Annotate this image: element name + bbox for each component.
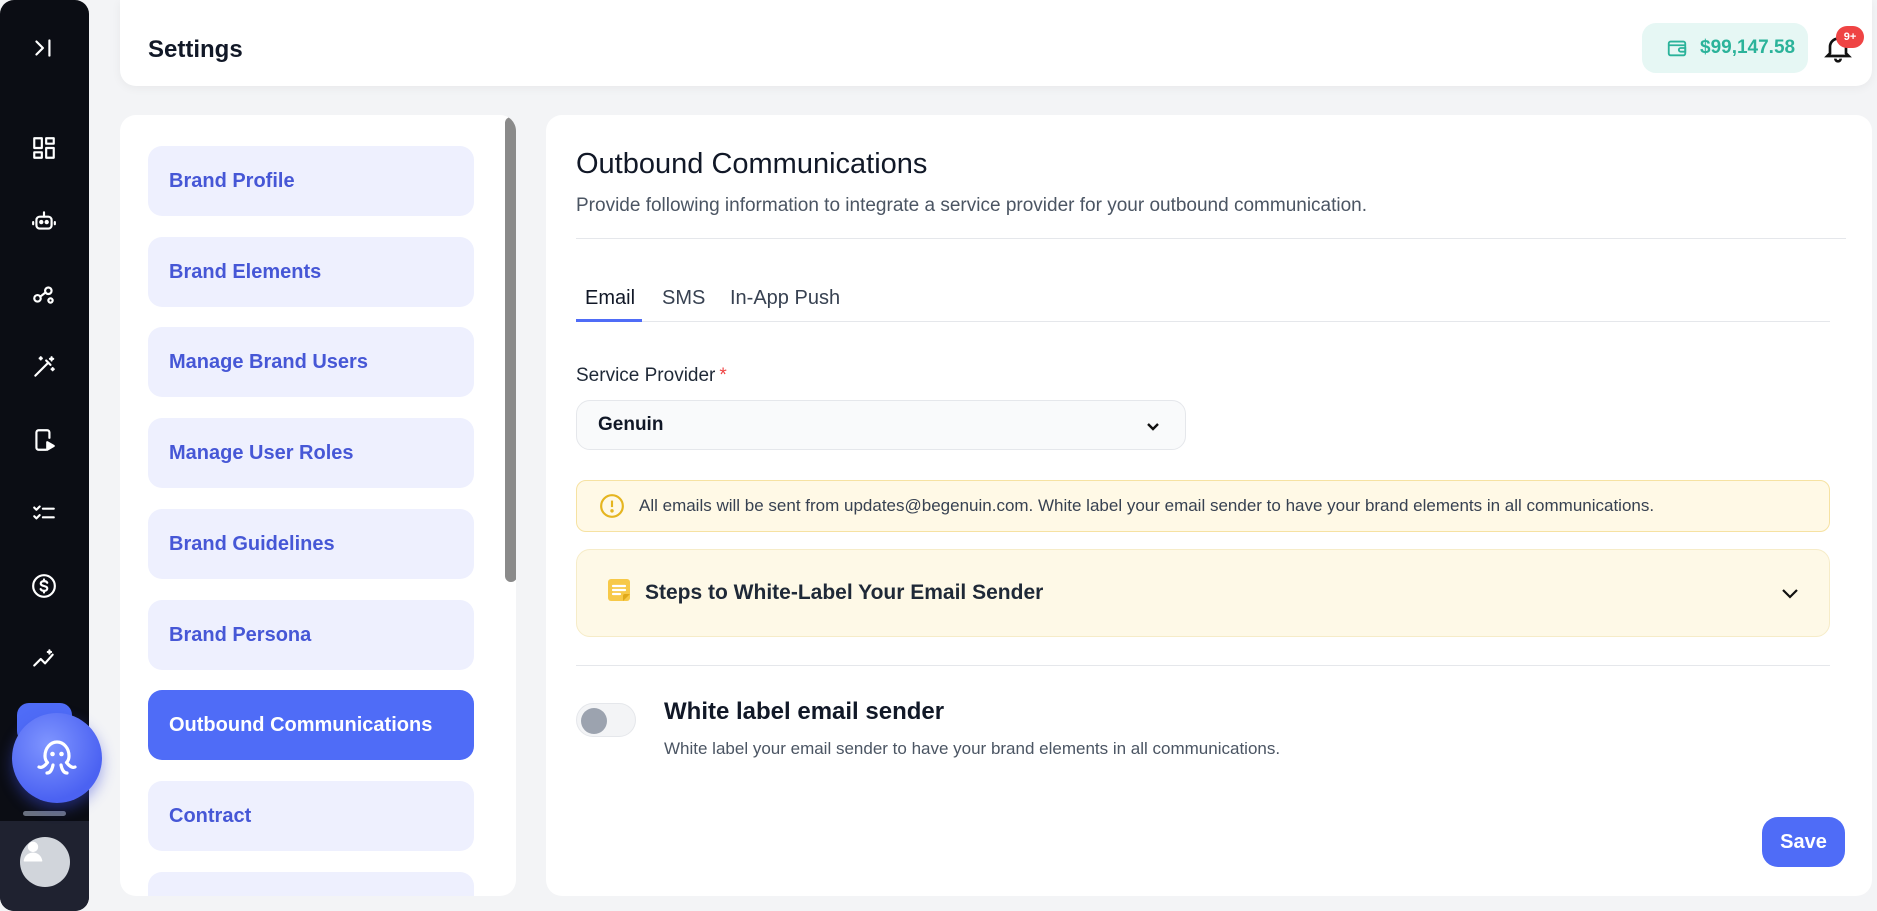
mobile-video-icon[interactable] <box>29 425 59 455</box>
nav-item-outbound-communications[interactable]: Outbound Communications <box>148 690 474 760</box>
info-icon <box>600 494 624 518</box>
required-mark: * <box>719 365 727 386</box>
nav-item-brand-profile[interactable]: Brand Profile <box>148 146 474 216</box>
nav-item-partial[interactable] <box>148 872 474 896</box>
expand-sidebar-icon[interactable] <box>29 33 59 63</box>
top-header: Settings $99,147.58 9+ <box>120 0 1872 86</box>
divider <box>576 238 1846 239</box>
service-provider-label-text: Service Provider <box>576 365 716 386</box>
octopus-icon <box>37 740 77 775</box>
section-subtitle: Provide following information to integra… <box>576 195 1368 216</box>
robot-icon[interactable] <box>29 206 59 236</box>
divider <box>576 665 1830 666</box>
nav-item-manage-brand-users[interactable]: Manage Brand Users <box>148 327 474 397</box>
avatar[interactable] <box>20 837 70 887</box>
workflow-icon[interactable] <box>29 279 59 309</box>
nav-item-brand-guidelines[interactable]: Brand Guidelines <box>148 509 474 579</box>
wallet-icon <box>1667 40 1687 57</box>
wallet-balance-button[interactable]: $99,147.58 <box>1642 23 1808 73</box>
chevron-down-icon[interactable] <box>1779 582 1801 610</box>
page-title: Settings <box>148 36 243 63</box>
checklist-icon[interactable] <box>29 498 59 528</box>
notification-badge: 9+ <box>1836 26 1864 48</box>
dollar-icon[interactable] <box>29 571 59 601</box>
rail-drag-handle[interactable] <box>23 811 66 816</box>
nav-scrollbar[interactable] <box>505 117 516 582</box>
nav-item-manage-user-roles[interactable]: Manage User Roles <box>148 418 474 488</box>
wallet-amount: $99,147.58 <box>1700 37 1796 58</box>
magic-wand-icon[interactable] <box>29 352 59 382</box>
analytics-icon[interactable] <box>29 644 59 674</box>
dashboard-icon[interactable] <box>29 133 59 163</box>
white-label-steps-accordion[interactable]: Steps to White-Label Your Email Sender <box>576 549 1830 637</box>
nav-item-brand-persona[interactable]: Brand Persona <box>148 600 474 670</box>
main-panel: Outbound Communications Provide followin… <box>546 115 1872 896</box>
chevron-down-icon <box>1147 423 1159 431</box>
white-label-toggle[interactable] <box>576 703 636 737</box>
white-label-title: White label email sender <box>664 698 945 725</box>
channel-tabs: Email SMS In-App Push <box>576 287 1830 322</box>
info-banner: All emails will be sent from updates@beg… <box>576 480 1830 532</box>
nav-item-contract[interactable]: Contract <box>148 781 474 851</box>
octopus-assistant-button[interactable] <box>12 713 102 803</box>
info-text: All emails will be sent from updates@beg… <box>639 496 1655 515</box>
service-provider-value: Genuin <box>598 414 664 435</box>
note-icon <box>605 576 633 610</box>
tab-in-app-push[interactable]: In-App Push <box>730 287 840 322</box>
white-label-description: White label your email sender to have yo… <box>664 739 1281 758</box>
save-button[interactable]: Save <box>1762 817 1845 867</box>
tab-sms[interactable]: SMS <box>662 287 705 322</box>
accordion-title: Steps to White-Label Your Email Sender <box>645 581 1044 604</box>
nav-item-brand-elements[interactable]: Brand Elements <box>148 237 474 307</box>
settings-nav: Brand Profile Brand Elements Manage Bran… <box>120 115 516 896</box>
service-provider-select[interactable]: Genuin <box>576 400 1186 450</box>
profile-area <box>0 821 89 911</box>
toggle-knob <box>581 708 607 734</box>
tab-email[interactable]: Email <box>576 287 642 322</box>
service-provider-label: Service Provider * <box>576 365 727 387</box>
section-title: Outbound Communications <box>576 148 928 180</box>
